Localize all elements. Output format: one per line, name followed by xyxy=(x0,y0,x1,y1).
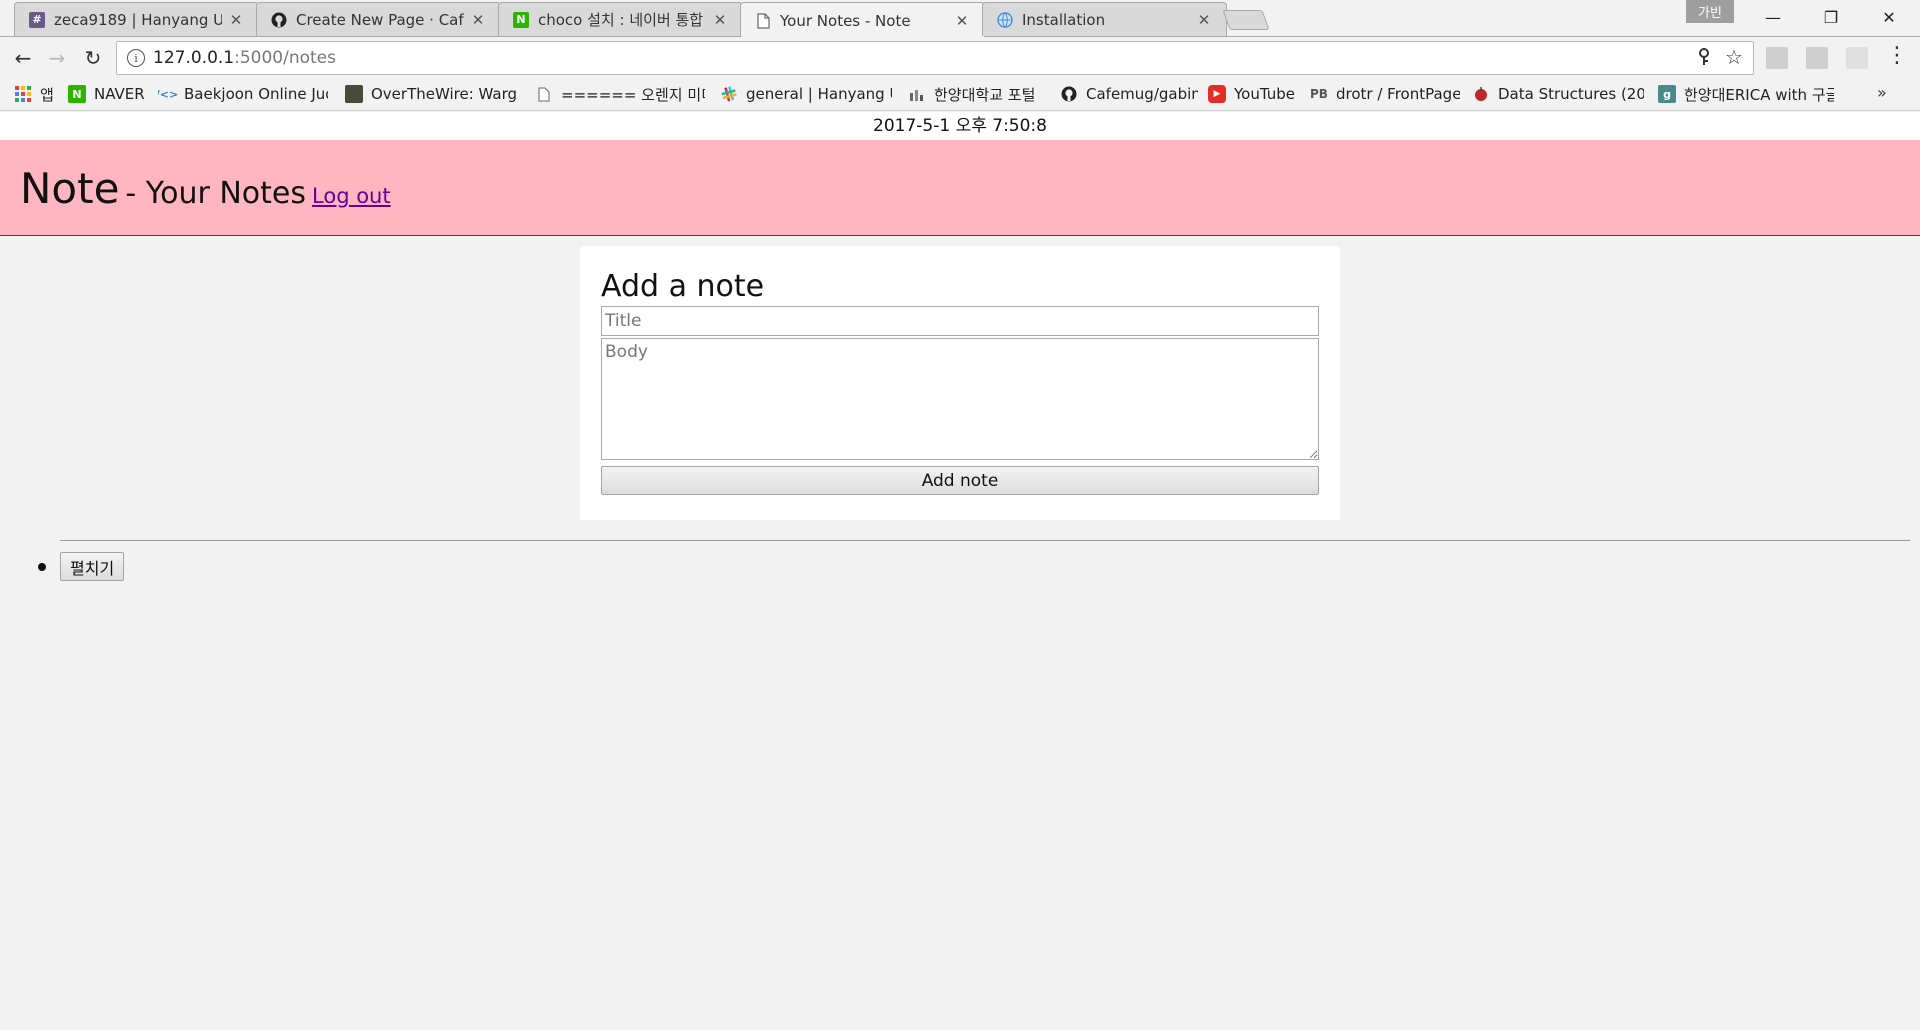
globe-icon xyxy=(997,11,1013,28)
minimize-icon[interactable]: — xyxy=(1744,0,1802,34)
bookmark-naver[interactable]: N NAVER xyxy=(68,79,148,109)
extension-icon[interactable] xyxy=(1806,47,1828,69)
bookmark-baekjoon[interactable]: /<> Baekjoon Online Judge xyxy=(158,79,328,109)
bookmark-label: drotr / FrontPage xyxy=(1336,85,1460,103)
page-icon xyxy=(755,12,771,29)
close-icon[interactable]: ✕ xyxy=(712,11,728,29)
bookmark-label: 한양대ERICA with 구글 xyxy=(1684,85,1834,104)
page-content: 2017-5-1 오후 7:50:8 Note - Your Notes Log… xyxy=(0,112,1920,1030)
new-tab-button[interactable] xyxy=(1222,10,1270,30)
menu-kebab-icon[interactable]: ⋮ xyxy=(1886,43,1908,68)
tab-zeca9189[interactable]: # zeca9189 | Hanyang Un ✕ xyxy=(14,2,259,36)
tab-installation[interactable]: Installation ✕ xyxy=(982,2,1227,36)
bookmark-youtube[interactable]: ▶ YouTube xyxy=(1208,79,1300,109)
bookmark-label: general | Hanyang Un xyxy=(746,85,892,103)
bookmark-erica-google[interactable]: g 한양대ERICA with 구글 xyxy=(1658,79,1834,109)
url-path: :5000/notes xyxy=(234,48,336,68)
code-icon: /<> xyxy=(158,87,179,101)
page-subtitle: - Your Notes xyxy=(125,176,307,211)
bookmark-label: Baekjoon Online Judge xyxy=(184,85,328,103)
github-icon xyxy=(1060,85,1078,103)
expand-button[interactable]: 펼치기 xyxy=(60,552,125,581)
notes-list: 펼치기 xyxy=(38,552,125,581)
tab-title: zeca9189 | Hanyang Un xyxy=(54,10,222,29)
close-icon[interactable]: ✕ xyxy=(954,12,970,30)
note-title-input[interactable] xyxy=(601,306,1319,336)
bookmark-label: YouTube xyxy=(1234,85,1295,103)
add-note-card: Add a note Add note xyxy=(580,246,1340,520)
portal-icon xyxy=(908,85,926,103)
bookmark-star-icon[interactable]: ☆ xyxy=(1725,45,1743,69)
bookmark-label: NAVER xyxy=(94,85,145,103)
pb-icon: PB xyxy=(1310,87,1328,101)
bookmark-cafemug-gabin[interactable]: Cafemug/gabin xyxy=(1060,79,1198,109)
close-icon[interactable]: ✕ xyxy=(470,11,486,29)
profile-button[interactable]: 가빈 xyxy=(1686,0,1734,23)
chevron-double-right-icon[interactable]: » xyxy=(1877,83,1887,102)
hash-icon: # xyxy=(29,11,45,28)
back-arrow-icon[interactable]: ← xyxy=(8,43,38,73)
reload-icon[interactable]: ↻ xyxy=(78,43,108,73)
naver-icon: N xyxy=(513,11,529,28)
tab-title: Your Notes - Note xyxy=(780,11,911,30)
key-icon[interactable] xyxy=(1697,48,1711,71)
pdf-extension-icon[interactable] xyxy=(1766,47,1788,69)
restore-icon[interactable]: ❐ xyxy=(1802,0,1860,34)
bookmark-drotr-frontpage[interactable]: PB drotr / FrontPage xyxy=(1310,79,1460,109)
tab-title: Create New Page · Cafe xyxy=(296,10,464,29)
bookmark-hanyang-portal[interactable]: 한양대학교 포털 xyxy=(908,79,1048,109)
apple-icon xyxy=(1472,85,1490,103)
list-item: 펼치기 xyxy=(38,552,125,581)
browser-tab-strip: # zeca9189 | Hanyang Un ✕ Create New Pag… xyxy=(0,0,1920,38)
add-note-button[interactable]: Add note xyxy=(601,466,1319,495)
overthewire-icon xyxy=(345,85,363,103)
date-time-display: 2017-5-1 오후 7:50:8 xyxy=(0,112,1920,140)
github-icon xyxy=(271,12,287,28)
bookmark-label: Cafemug/gabin xyxy=(1086,85,1198,103)
page-header: Note - Your Notes Log out xyxy=(0,140,1920,236)
add-note-heading: Add a note xyxy=(601,269,765,304)
bookmark-slack-general[interactable]: general | Hanyang Un xyxy=(720,79,892,109)
note-body-input[interactable] xyxy=(601,338,1319,460)
bookmarks-bar: 앱 N NAVER /<> Baekjoon Online Judge Over… xyxy=(0,79,1920,111)
youtube-icon: ▶ xyxy=(1208,85,1226,103)
bookmark-orange-media[interactable]: ====== 오렌지 미디어 xyxy=(535,79,705,109)
tab-your-notes[interactable]: Your Notes - Note ✕ xyxy=(740,2,985,38)
bookmark-label: Data Structures (2017 xyxy=(1498,85,1644,103)
bookmark-label: ====== 오렌지 미디어 xyxy=(561,85,705,104)
cast-extension-icon[interactable] xyxy=(1846,47,1868,69)
bookmark-label: 앱 xyxy=(40,85,54,104)
url-host: 127.0.0.1 xyxy=(153,48,235,68)
tab-create-new-page[interactable]: Create New Page · Cafe ✕ xyxy=(256,2,501,36)
browser-toolbar: ← → ↻ i 127.0.0.1:5000/notes ☆ ⋮ xyxy=(0,37,1920,79)
address-bar[interactable]: i 127.0.0.1:5000/notes ☆ xyxy=(116,41,1754,75)
close-icon[interactable]: ✕ xyxy=(228,11,244,29)
tab-title: Installation xyxy=(1022,10,1106,29)
tab-choco[interactable]: N choco 설치 : 네이버 통합 ✕ xyxy=(498,2,743,36)
divider xyxy=(60,540,1910,541)
bookmark-label: 한양대학교 포털 xyxy=(934,85,1036,104)
google-icon: g xyxy=(1658,85,1676,103)
tab-title: choco 설치 : 네이버 통합 xyxy=(538,11,704,29)
bookmark-overthewire[interactable]: OverTheWire: Wargames xyxy=(345,79,517,109)
bookmark-label: OverTheWire: Wargames xyxy=(371,85,517,103)
window-close-icon[interactable]: ✕ xyxy=(1860,0,1918,34)
apps-grid-icon xyxy=(14,85,32,103)
naver-icon: N xyxy=(68,85,86,103)
forward-arrow-icon[interactable]: → xyxy=(42,43,72,73)
slack-icon xyxy=(720,85,738,103)
bullet-icon xyxy=(38,562,46,571)
page-icon xyxy=(535,85,553,103)
bookmark-apps[interactable]: 앱 xyxy=(14,79,58,109)
app-brand: Note xyxy=(20,164,120,213)
info-icon[interactable]: i xyxy=(127,49,145,67)
logout-link[interactable]: Log out xyxy=(312,184,391,208)
bookmark-data-structures[interactable]: Data Structures (2017 xyxy=(1472,79,1644,109)
close-icon[interactable]: ✕ xyxy=(1196,11,1212,29)
